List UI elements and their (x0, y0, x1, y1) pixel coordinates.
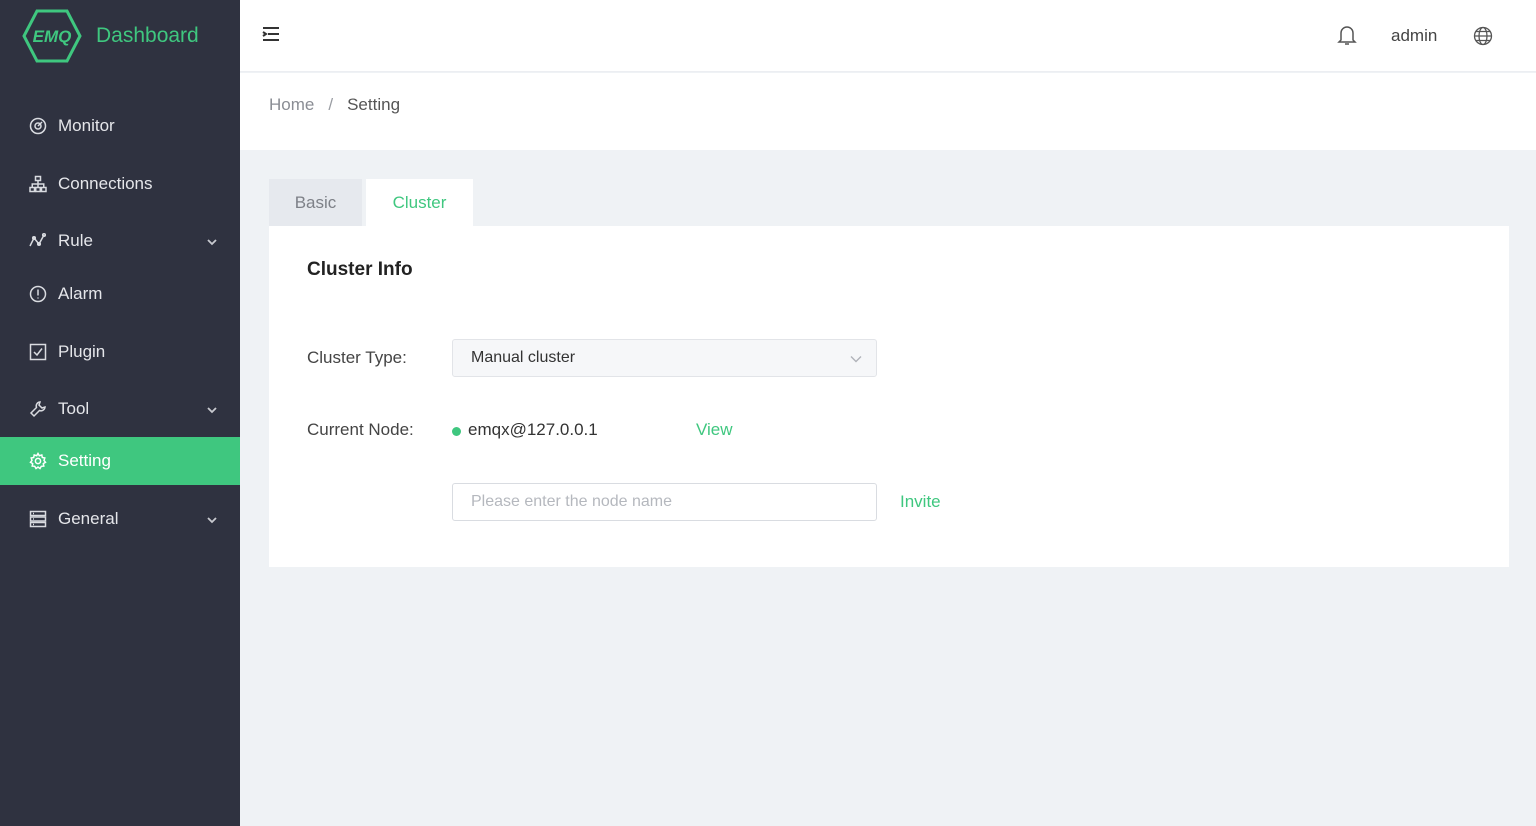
current-node-label: Current Node: (307, 420, 414, 439)
user-menu[interactable]: admin (1391, 26, 1437, 46)
chevron-down-icon (206, 233, 218, 246)
cluster-card: Cluster Info Cluster Type: Manual cluste… (269, 226, 1509, 567)
breadcrumb-current: Setting (347, 95, 401, 114)
sidebar-item-setting[interactable]: Setting (0, 437, 240, 485)
tool-icon (28, 399, 48, 419)
top-header: admin (240, 0, 1536, 72)
breadcrumb-home[interactable]: Home (269, 95, 314, 115)
view-node-link[interactable]: View (696, 420, 733, 440)
sidebar-item-label: Tool (58, 399, 90, 418)
sidebar-item-general[interactable]: General (0, 495, 240, 543)
general-icon (28, 509, 48, 529)
sidebar-item-monitor[interactable]: Monitor (0, 102, 240, 150)
sidebar-item-rule[interactable]: Rule (0, 217, 240, 265)
hamburger-icon[interactable] (262, 26, 280, 42)
tab-cluster[interactable]: Cluster (366, 179, 473, 227)
sidebar-item-label: Monitor (58, 116, 115, 135)
breadcrumb-separator: / (328, 95, 334, 114)
chevron-down-icon (850, 352, 862, 364)
logo-mark-text: EMQ (33, 27, 72, 46)
breadcrumb-bar: Home / Setting (240, 73, 1536, 150)
monitor-icon (28, 116, 48, 136)
sidebar-item-tool[interactable]: Tool (0, 385, 240, 433)
sidebar-item-label: Plugin (58, 342, 106, 361)
alarm-icon (28, 284, 48, 304)
sidebar-item-label: Alarm (58, 284, 103, 303)
cluster-type-select[interactable]: Manual cluster (452, 339, 877, 377)
chevron-down-icon (206, 401, 218, 414)
sidebar-item-connections[interactable]: Connections (0, 160, 240, 208)
app-title: Dashboard (96, 24, 199, 47)
breadcrumb: Home / Setting (269, 95, 400, 115)
node-name-input[interactable] (452, 483, 877, 521)
invite-button[interactable]: Invite (900, 492, 941, 512)
sidebar-item-label: General (58, 509, 119, 528)
current-node-value: emqx@127.0.0.1 (468, 420, 598, 439)
node-status-dot (452, 427, 461, 436)
gear-icon (28, 451, 48, 471)
emq-logo-icon: EMQ (22, 9, 82, 63)
rule-icon (28, 231, 48, 251)
cluster-type-label: Cluster Type: (307, 348, 407, 367)
plugin-icon (28, 342, 48, 362)
sidebar-item-label: Rule (58, 231, 93, 250)
tab-basic[interactable]: Basic (269, 179, 362, 227)
sidebar-item-label: Setting (58, 451, 111, 470)
chevron-down-icon (206, 511, 218, 524)
globe-icon[interactable] (1473, 26, 1493, 46)
card-title: Cluster Info (307, 259, 413, 280)
cluster-type-value: Manual cluster (471, 349, 576, 366)
sidebar-item-plugin[interactable]: Plugin (0, 328, 240, 376)
sidebar: EMQ Dashboard Monitor Connections Rule A… (0, 0, 240, 826)
bell-icon[interactable] (1337, 24, 1357, 46)
sidebar-item-alarm[interactable]: Alarm (0, 270, 240, 318)
connections-icon (28, 174, 48, 194)
logo[interactable]: EMQ Dashboard (22, 8, 199, 64)
sidebar-item-label: Connections (58, 174, 153, 193)
